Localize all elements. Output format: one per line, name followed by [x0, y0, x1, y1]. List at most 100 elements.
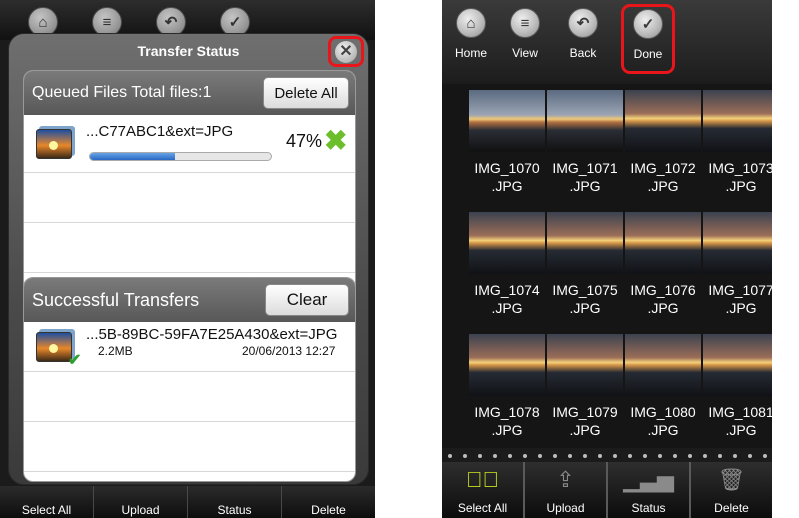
home-icon: ⌂ — [456, 8, 486, 38]
success-check-icon: ✔ — [68, 352, 82, 369]
successful-transfers-panel: Successful Transfers Clear ✔ ...5B-89BC-… — [23, 277, 356, 482]
left-bottom-bar: Select All Upload Status Delete — [0, 486, 375, 518]
queued-file-row: ...C77ABC1&ext=JPG 47% ✖ — [24, 115, 355, 173]
photo-tile[interactable]: IMG_1077 .JPG — [703, 212, 772, 317]
transfer-date: 20/06/2013 12:27 — [242, 344, 336, 358]
photo-tile[interactable]: IMG_1074 .JPG — [469, 212, 545, 317]
queued-files-header: Queued Files Total files:1 Delete All — [24, 71, 355, 115]
right-toolbar: ⌂ Home ≡ View ↶ Back ✓ Done — [442, 0, 772, 82]
photo-caption: IMG_1074 .JPG — [474, 282, 540, 316]
empty-row — [24, 422, 355, 472]
photo-tile[interactable]: IMG_1072 .JPG — [625, 90, 701, 195]
photo-thumbnail — [469, 90, 545, 152]
home-label: Home — [454, 46, 487, 60]
photo-caption: IMG_1071 .JPG — [552, 160, 618, 194]
cancel-upload-icon[interactable]: ✖ — [324, 127, 347, 155]
upload-button[interactable]: Upload — [94, 486, 188, 518]
successful-transfers-header: Successful Transfers Clear — [24, 278, 355, 322]
photo-tile[interactable]: IMG_1079 .JPG — [547, 334, 623, 439]
bar-chart-icon: ▁▃▅ — [623, 467, 674, 492]
back-label: Back — [569, 46, 597, 60]
list-icon: ≡ — [510, 8, 540, 38]
photo-tile[interactable]: IMG_1070 .JPG — [469, 90, 545, 195]
photo-caption: IMG_1076 .JPG — [630, 282, 696, 316]
photo-caption: IMG_1078 .JPG — [474, 404, 540, 438]
photo-thumbnail — [547, 90, 623, 152]
right-phone-screen: ⌂ Home ≡ View ↶ Back ✓ Done IMG_1070 .JPG… — [442, 0, 772, 518]
status-button[interactable]: Status — [188, 486, 282, 518]
select-all-button[interactable]: Select All — [0, 486, 94, 518]
successful-transfers-title: Successful Transfers — [32, 289, 200, 310]
photo-caption: IMG_1070 .JPG — [474, 160, 540, 194]
select-all-label: Select All — [457, 501, 508, 515]
empty-row — [24, 223, 355, 273]
dialog-title: Transfer Status — [137, 43, 240, 59]
back-button[interactable]: ↶ Back — [556, 8, 610, 60]
upload-button[interactable]: ⇪ Upload — [525, 462, 608, 518]
view-label: View — [512, 46, 538, 60]
upload-label: Upload — [546, 501, 585, 515]
photo-thumbnail — [625, 334, 701, 396]
progress-percent: 47% — [286, 131, 323, 151]
photo-tile[interactable]: IMG_1076 .JPG — [625, 212, 701, 317]
close-button[interactable]: ✕ — [328, 36, 364, 67]
delete-button[interactable]: Delete — [282, 486, 375, 518]
queued-files-title: Queued Files Total files:1 — [32, 84, 212, 101]
photo-caption: IMG_1081 .JPG — [708, 404, 772, 438]
photo-thumbnail — [625, 212, 701, 274]
photo-tile[interactable]: IMG_1071 .JPG — [547, 90, 623, 195]
photo-caption: IMG_1077 .JPG — [708, 282, 772, 316]
check-icon: ✓ — [633, 9, 663, 39]
file-size: 2.2MB — [98, 344, 133, 358]
upload-progress-bar — [89, 152, 272, 161]
photo-tile[interactable]: IMG_1075 .JPG — [547, 212, 623, 317]
empty-row — [24, 173, 355, 223]
photo-caption: IMG_1080 .JPG — [630, 404, 696, 438]
page-indicator-dots — [442, 450, 772, 462]
view-button[interactable]: ≡ View — [498, 8, 552, 60]
photo-thumbnail — [625, 90, 701, 152]
photo-caption: IMG_1072 .JPG — [630, 160, 696, 194]
delete-button[interactable]: 🗑 Delete — [691, 462, 772, 518]
home-button[interactable]: ⌂ Home — [444, 8, 498, 60]
photo-tile[interactable]: IMG_1073 .JPG — [703, 90, 772, 195]
upload-icon: ⇪ — [556, 467, 575, 492]
clear-button[interactable]: Clear — [265, 284, 349, 316]
delete-all-button[interactable]: Delete All — [263, 77, 349, 109]
queued-files-panel: Queued Files Total files:1 Delete All ..… — [23, 70, 356, 298]
transferred-file-name: ...5B-89BC-59FA7E25A430&ext=JPG — [86, 326, 338, 343]
transferred-file-row: ✔ ...5B-89BC-59FA7E25A430&ext=JPG 2.2MB … — [24, 322, 355, 372]
photo-thumbnail — [547, 212, 623, 274]
done-label: Done — [633, 47, 663, 61]
photo-tile[interactable]: IMG_1078 .JPG — [469, 334, 545, 439]
right-bottom-bar: ✓⃝ Select All ⇪ Upload ▁▃▅ Status 🗑 Dele… — [442, 462, 772, 518]
close-icon: ✕ — [335, 40, 357, 63]
left-phone-screen: ⌂ ≡ ↶ ✓ Transfer Status ✕ Queued Files T… — [0, 0, 375, 518]
trash-icon: 🗑 — [717, 467, 746, 492]
queued-file-name: ...C77ABC1&ext=JPG — [86, 123, 234, 140]
transfer-status-dialog: Transfer Status ✕ Queued Files Total fil… — [8, 33, 369, 485]
photo-thumbnail — [547, 334, 623, 396]
photo-file-icon — [36, 332, 72, 362]
photo-grid: IMG_1070 .JPG IMG_1071 .JPG IMG_1072 .JPG I… — [442, 84, 772, 448]
photo-thumbnail — [703, 90, 772, 152]
select-all-button[interactable]: ✓⃝ Select All — [442, 462, 525, 518]
photo-thumbnail — [703, 212, 772, 274]
photo-caption: IMG_1079 .JPG — [552, 404, 618, 438]
delete-label: Delete — [714, 501, 749, 515]
status-label: Status — [631, 501, 666, 515]
status-button[interactable]: ▁▃▅ Status — [608, 462, 691, 518]
photo-thumbnail — [469, 334, 545, 396]
done-button[interactable]: ✓ Done — [621, 4, 675, 74]
photo-caption: IMG_1073 .JPG — [708, 160, 772, 194]
photo-caption: IMG_1075 .JPG — [552, 282, 618, 316]
photo-tile[interactable]: IMG_1080 .JPG — [625, 334, 701, 439]
photo-file-icon — [36, 129, 72, 159]
checkmark-circle-icon: ✓⃝ — [466, 467, 499, 492]
photo-thumbnail — [703, 334, 772, 396]
photo-tile[interactable]: IMG_1081 .JPG — [703, 334, 772, 439]
upload-progress-fill — [90, 153, 176, 160]
photo-thumbnail — [469, 212, 545, 274]
empty-row — [24, 372, 355, 422]
back-icon: ↶ — [568, 8, 598, 38]
